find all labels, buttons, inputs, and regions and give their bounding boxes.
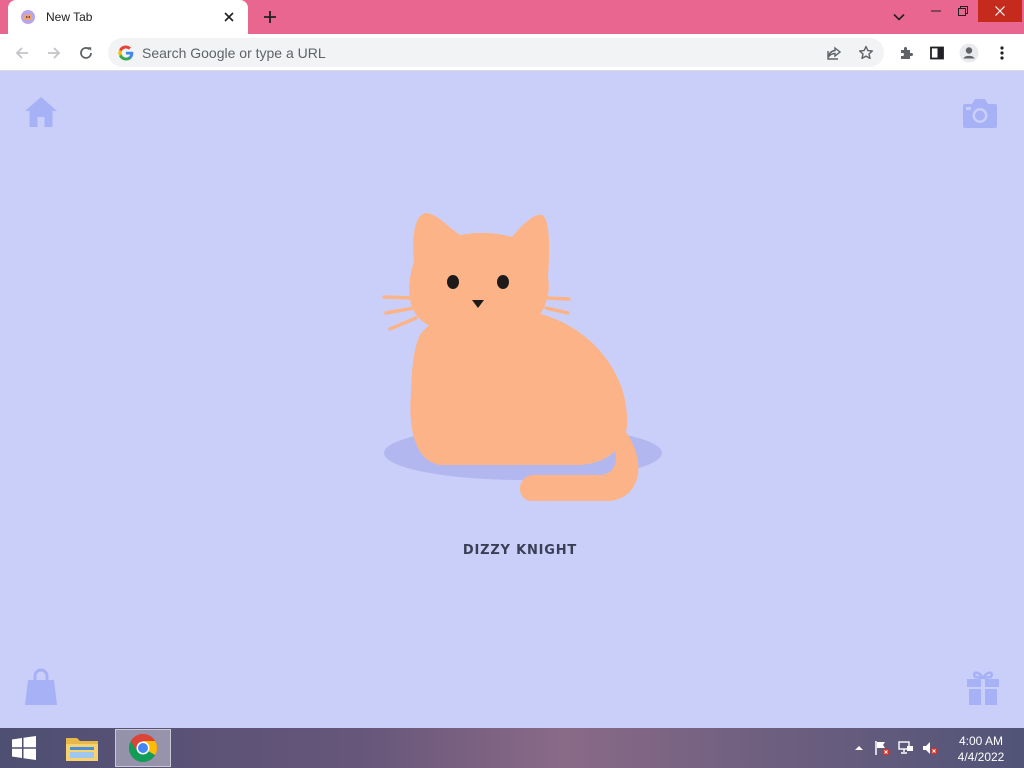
tab-new-tab[interactable]: New Tab <box>8 0 248 34</box>
cat-eye-left <box>447 275 459 289</box>
volume-muted-icon[interactable] <box>921 740 939 756</box>
minimize-button[interactable] <box>922 0 950 22</box>
cat-front-leg-left <box>430 405 462 463</box>
action-center-flag-icon[interactable] <box>873 740 891 756</box>
cat-favicon-icon <box>20 9 36 25</box>
google-g-icon <box>118 44 134 60</box>
side-panel-icon[interactable] <box>923 39 951 67</box>
menu-kebab-icon[interactable] <box>988 39 1016 67</box>
gift-icon[interactable] <box>966 668 1000 711</box>
title-bar: New Tab <box>0 0 1024 34</box>
omnibox-input[interactable] <box>142 44 802 61</box>
close-window-button[interactable] <box>978 0 1022 22</box>
address-bar[interactable] <box>108 38 884 67</box>
system-clock[interactable]: 4:00 AM 4/4/2022 <box>948 733 1014 765</box>
chrome-icon[interactable] <box>115 729 171 767</box>
new-tab-button[interactable] <box>256 4 284 30</box>
file-explorer-icon[interactable] <box>54 729 110 767</box>
network-icon[interactable] <box>897 740 915 756</box>
forward-button[interactable] <box>40 39 68 67</box>
restore-button[interactable] <box>950 0 976 22</box>
reload-button[interactable] <box>72 39 100 67</box>
windows-start-icon[interactable] <box>6 734 42 762</box>
tab-title: New Tab <box>46 10 93 24</box>
tab-close-icon[interactable] <box>220 8 238 26</box>
cat-front-leg-right <box>475 405 507 463</box>
bookmark-star-icon[interactable] <box>852 39 880 67</box>
browser-toolbar <box>0 34 1024 71</box>
cat-name-label: DIZZY KNIGHT <box>462 543 578 558</box>
extensions-puzzle-icon[interactable] <box>892 39 920 67</box>
share-icon[interactable] <box>820 39 848 67</box>
tab-search-chevron-down-icon[interactable] <box>886 6 912 28</box>
windows-taskbar: 4:00 AM 4/4/2022 <box>0 728 1024 768</box>
cat-eye-right <box>497 275 509 289</box>
camera-icon[interactable] <box>962 97 998 134</box>
home-icon[interactable] <box>24 95 58 134</box>
cat-illustration[interactable] <box>380 205 670 515</box>
tray-show-hidden-chevron-up-icon[interactable] <box>850 740 868 756</box>
shopping-bag-icon[interactable] <box>24 668 58 711</box>
profile-avatar-icon[interactable] <box>955 39 983 67</box>
back-button[interactable] <box>8 39 36 67</box>
clock-time: 4:00 AM <box>958 734 1004 748</box>
clock-date: 4/4/2022 <box>957 750 1005 764</box>
cat-head <box>409 213 550 334</box>
